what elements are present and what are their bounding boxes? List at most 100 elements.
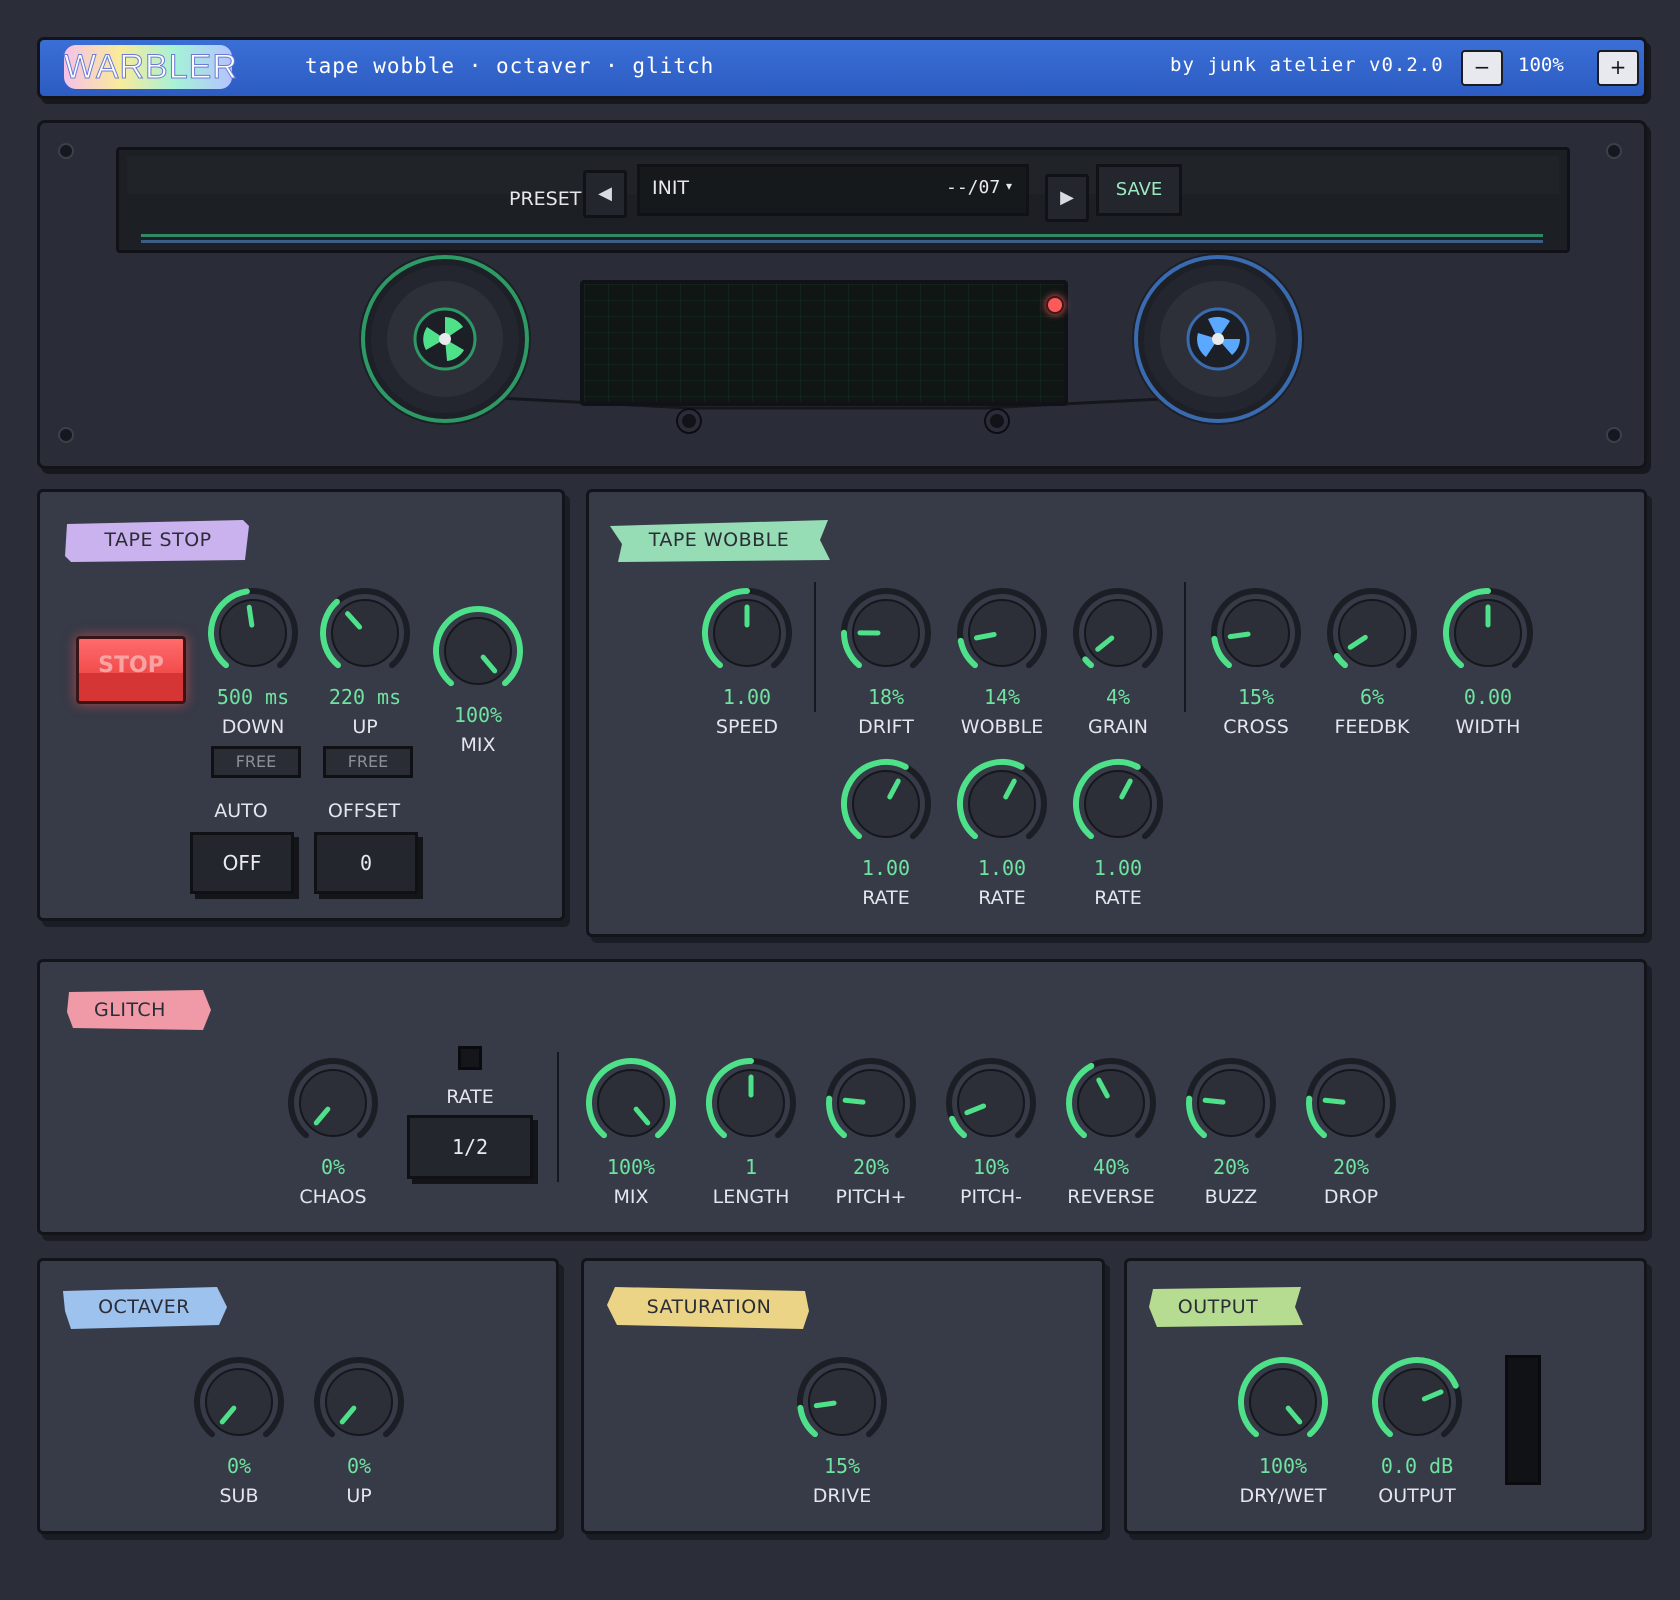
down-knob-dial[interactable]	[203, 583, 303, 683]
pitch-up-label: PITCH+	[835, 1186, 907, 1208]
output-gain-knob[interactable]	[1367, 1352, 1467, 1456]
output-gain-knob-dial[interactable]	[1367, 1352, 1467, 1452]
up-knob-dial[interactable]	[315, 583, 415, 683]
cross-label: CROSS	[1223, 716, 1289, 738]
up-knob[interactable]	[315, 583, 415, 687]
chaos-knob[interactable]	[283, 1053, 383, 1157]
tape-wobble-panel: TAPE WOBBLE 1.00 SPEED 18% DRIFT 14% WOB…	[586, 489, 1647, 937]
octave-up-value: 0%	[346, 1454, 372, 1478]
output-gain-value: 0.0 dB	[1380, 1454, 1454, 1478]
drop-knob-dial[interactable]	[1301, 1053, 1401, 1153]
sub-label: SUB	[219, 1485, 259, 1507]
zoom-out-button[interactable]: −	[1461, 50, 1503, 86]
sub-knob[interactable]	[189, 1352, 289, 1456]
drift-label: DRIFT	[858, 716, 914, 738]
octave-up-knob-dial[interactable]	[309, 1352, 409, 1452]
pitch-up-knob[interactable]	[821, 1053, 921, 1157]
width-knob[interactable]	[1438, 583, 1538, 687]
speed-value: 1.00	[722, 685, 772, 709]
mix-label: MIX	[460, 734, 496, 756]
grain-knob-dial[interactable]	[1068, 583, 1168, 683]
feedback-knob[interactable]	[1322, 583, 1422, 687]
drift-knob[interactable]	[836, 583, 936, 687]
free-down-toggle[interactable]: FREE	[211, 746, 301, 778]
cross-knob-dial[interactable]	[1206, 583, 1306, 683]
mix-knob-dial[interactable]	[428, 601, 528, 701]
drop-knob[interactable]	[1301, 1053, 1401, 1157]
drift-knob-dial[interactable]	[836, 583, 936, 683]
drift-rate-knob[interactable]	[836, 754, 936, 858]
buzz-label: BUZZ	[1204, 1186, 1258, 1208]
length-knob[interactable]	[701, 1053, 801, 1157]
title-bar: WARBLER tape wobble · octaver · glitch b…	[37, 37, 1647, 99]
cross-knob[interactable]	[1206, 583, 1306, 687]
up-label: UP	[352, 716, 378, 738]
chaos-knob-dial[interactable]	[283, 1053, 383, 1153]
drive-value: 15%	[823, 1454, 861, 1478]
width-knob-dial[interactable]	[1438, 583, 1538, 683]
grain-rate-knob-dial[interactable]	[1068, 754, 1168, 854]
output-gain-label: OUTPUT	[1378, 1485, 1456, 1507]
separator	[814, 582, 816, 712]
wobble-rate-label: RATE	[978, 887, 1026, 909]
feedback-value: 6%	[1359, 685, 1385, 709]
separator	[557, 1052, 559, 1182]
wobble-knob-dial[interactable]	[952, 583, 1052, 683]
feedback-knob-dial[interactable]	[1322, 583, 1422, 683]
pitch-down-knob[interactable]	[941, 1053, 1041, 1157]
offset-field[interactable]: 0	[314, 832, 418, 894]
output-panel: OUTPUT 100% DRY/WET 0.0 dB OUTPUT	[1124, 1258, 1647, 1534]
grain-value: 4%	[1105, 685, 1131, 709]
wobble-rate-knob-dial[interactable]	[952, 754, 1052, 854]
reverse-knob[interactable]	[1061, 1053, 1161, 1157]
stop-button[interactable]: STOP	[76, 636, 186, 704]
feedback-label: FEEDBK	[1334, 716, 1410, 738]
down-knob[interactable]	[203, 583, 303, 687]
rate-selector[interactable]: 1/2	[407, 1115, 533, 1179]
drift-value: 18%	[867, 685, 905, 709]
speed-knob-dial[interactable]	[697, 583, 797, 683]
sub-value: 0%	[226, 1454, 252, 1478]
length-value: 1	[744, 1155, 758, 1179]
drift-rate-knob-dial[interactable]	[836, 754, 936, 854]
tape-wobble-title: TAPE WOBBLE	[648, 529, 790, 551]
pitch-down-knob-dial[interactable]	[941, 1053, 1041, 1153]
auto-button[interactable]: OFF	[190, 832, 294, 894]
buzz-knob[interactable]	[1181, 1053, 1281, 1157]
output-title: OUTPUT	[1177, 1296, 1259, 1318]
glitch-mix-knob[interactable]	[581, 1053, 681, 1157]
reverse-value: 40%	[1092, 1155, 1130, 1179]
speed-knob[interactable]	[697, 583, 797, 687]
glitch-mix-label: MIX	[613, 1186, 649, 1208]
grain-knob[interactable]	[1068, 583, 1168, 687]
dry-wet-knob[interactable]	[1233, 1352, 1333, 1456]
wobble-value: 14%	[983, 685, 1021, 709]
saturation-panel: SATURATION 15% DRIVE	[581, 1258, 1105, 1534]
grain-rate-knob[interactable]	[1068, 754, 1168, 858]
sub-knob-dial[interactable]	[189, 1352, 289, 1452]
wobble-knob[interactable]	[952, 583, 1052, 687]
wobble-rate-knob[interactable]	[952, 754, 1052, 858]
zoom-in-button[interactable]: +	[1597, 50, 1639, 86]
left-reel-graphic	[361, 255, 529, 423]
dry-wet-knob-dial[interactable]	[1233, 1352, 1333, 1452]
buzz-knob-dial[interactable]	[1181, 1053, 1281, 1153]
rate-sync-checkbox[interactable]	[458, 1046, 482, 1070]
length-knob-dial[interactable]	[701, 1053, 801, 1153]
reverse-knob-dial[interactable]	[1061, 1053, 1161, 1153]
right-reel	[1132, 253, 1304, 425]
drive-knob-dial[interactable]	[792, 1352, 892, 1452]
octave-up-knob[interactable]	[309, 1352, 409, 1456]
mix-knob[interactable]	[428, 601, 528, 705]
drive-knob[interactable]	[792, 1352, 892, 1456]
width-value: 0.00	[1463, 685, 1513, 709]
glitch-mix-knob-dial[interactable]	[581, 1053, 681, 1153]
tape-deck: PRESET ◀ INIT --/07 ▾ ▶ SAVE	[37, 120, 1647, 469]
grain-rate-value: 1.00	[1093, 856, 1143, 880]
pitch-up-knob-dial[interactable]	[821, 1053, 921, 1153]
width-label: WIDTH	[1455, 716, 1521, 738]
zoom-value: 100%	[1518, 54, 1564, 76]
up-value: 220 ms	[328, 685, 402, 709]
octaver-panel: OCTAVER 0% SUB 0% UP	[37, 1258, 559, 1534]
free-up-toggle[interactable]: FREE	[323, 746, 413, 778]
